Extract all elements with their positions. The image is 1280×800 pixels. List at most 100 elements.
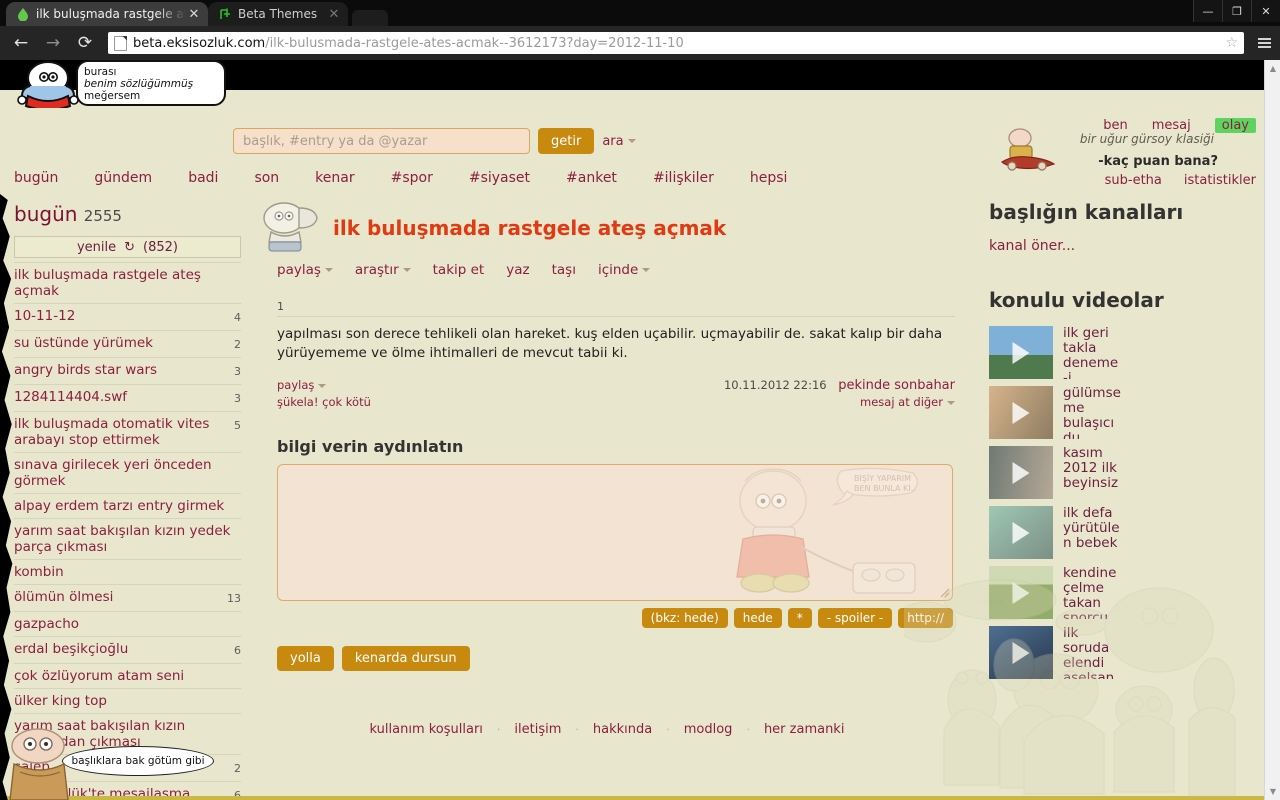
video-thumbnail[interactable] (989, 506, 1053, 559)
list-item[interactable]: gülümseme bulaşıcı du (989, 386, 1264, 439)
list-item[interactable]: erdal beşikçioğlu 6 (14, 636, 241, 663)
sub-link-sub-etha[interactable]: sub-etha (1105, 173, 1162, 188)
ara-dropdown[interactable]: ara (602, 134, 636, 149)
new-tab-button[interactable] (352, 10, 388, 26)
minimize-button[interactable]: — (1193, 0, 1222, 22)
list-item[interactable]: 1284114404.swf 3 (14, 384, 241, 411)
chevron-down-icon (642, 268, 651, 272)
action-yaz[interactable]: yaz (506, 262, 529, 278)
back-icon[interactable]: ← (8, 30, 34, 56)
list-item[interactable]: kendine çelme takan sporcu (989, 566, 1264, 619)
nav-item-hepsi[interactable]: hepsi (750, 170, 788, 186)
nav-item-spor[interactable]: #spor (391, 170, 433, 186)
nav-item-gundem[interactable]: gündem (94, 170, 152, 186)
entry-message-link[interactable]: mesaj at (860, 395, 910, 409)
action-arastir[interactable]: araştır (355, 262, 411, 278)
list-item[interactable]: sınava girilecek yeri önceden görmek (14, 452, 241, 493)
video-thumbnail[interactable] (989, 566, 1053, 619)
list-item[interactable]: ilk geri takla deneme -i (989, 326, 1264, 379)
close-icon[interactable]: ✕ (326, 7, 342, 22)
list-item[interactable]: gazpacho (14, 611, 241, 636)
nav-item-siyaset[interactable]: #siyaset (469, 170, 530, 186)
cokkotu-link[interactable]: çok kötü (322, 395, 371, 409)
footer-link-her-zamanki[interactable]: her zamanki (764, 722, 845, 737)
entry-share-link[interactable]: paylaş (277, 378, 327, 392)
topic-header: ilk buluşmada rastgele ateş açmak (247, 194, 967, 254)
reload-icon[interactable]: ⟳ (72, 30, 98, 56)
nav-item-son[interactable]: son (254, 170, 279, 186)
tag-bkz-button[interactable]: (bkz: hede) (641, 608, 728, 628)
list-item[interactable]: ilk buluşmada rastgele ateş açmak (14, 262, 241, 303)
browser-tab-inactive[interactable]: Beta Themes ✕ (208, 2, 348, 26)
action-tasi[interactable]: taşı (552, 262, 576, 278)
footer-link-kullanim-kosullari[interactable]: kullanım koşulları (370, 722, 483, 737)
page-scrollbar[interactable]: ▲ ▼ (1264, 60, 1280, 800)
entry-other-link[interactable]: diğer (913, 395, 955, 409)
sukela-link[interactable]: şükela! (277, 395, 318, 409)
entry-submit-row: yolla kenarda dursun (277, 646, 967, 671)
entry-author[interactable]: pekinde sonbahar (838, 378, 955, 393)
entry-other-label: diğer (913, 395, 943, 409)
action-icinde[interactable]: içinde (598, 262, 651, 278)
nav-item-badi[interactable]: badi (188, 170, 218, 186)
video-thumbnail[interactable] (989, 446, 1053, 499)
channel-suggest-link[interactable]: kanal öner... (989, 238, 1264, 254)
sub-link-istatistikler[interactable]: istatistikler (1184, 173, 1256, 188)
list-item[interactable]: ölümün ölmesi 13 (14, 584, 241, 611)
main-navigation: bugün gündem badi son kenar #spor #siyas… (14, 170, 787, 186)
list-item[interactable]: 10-11-12 4 (14, 303, 241, 330)
search-input[interactable] (233, 128, 530, 154)
save-draft-button[interactable]: kenarda dursun (341, 646, 470, 671)
hamburger-menu-icon[interactable] (1250, 38, 1272, 48)
video-thumbnail[interactable] (989, 326, 1053, 379)
submit-button[interactable]: yolla (277, 646, 334, 671)
close-icon[interactable]: ✕ (186, 7, 202, 22)
tag-link-button[interactable]: http:// (898, 608, 953, 628)
list-item[interactable]: angry birds star wars 3 (14, 357, 241, 384)
nav-item-kenar[interactable]: kenar (315, 170, 354, 186)
scroll-up-arrow-icon[interactable]: ▲ (1265, 60, 1280, 77)
maximize-button[interactable]: ❐ (1222, 0, 1251, 22)
list-item[interactable]: kombin (14, 559, 241, 584)
user-link-olay-badge[interactable]: olay (1214, 118, 1256, 133)
topic-title: 1284114404.swf (14, 389, 128, 405)
video-thumbnail[interactable] (989, 386, 1053, 439)
entry-textarea[interactable] (278, 465, 952, 600)
nav-item-iliskiler[interactable]: #ilişkiler (653, 170, 714, 186)
nav-item-bugun[interactable]: bugün (14, 170, 58, 186)
close-window-button[interactable]: ✕ (1251, 0, 1280, 22)
user-link-ben[interactable]: ben (1103, 118, 1128, 133)
list-item[interactable]: kasım 2012 ilk beyinsiz (989, 446, 1264, 499)
list-item[interactable]: ilk defa yürütülen bebek (989, 506, 1264, 559)
footer-link-iletisim[interactable]: iletişim (514, 722, 561, 737)
address-bar[interactable]: beta.eksisozluk.com/ilk-bulusmada-rastge… (108, 32, 1244, 54)
refresh-button[interactable]: yenile ↻ (852) (14, 236, 241, 258)
footer-link-hakkinda[interactable]: hakkında (593, 722, 652, 737)
list-item[interactable]: ilk buluşmada otomatik vites arabayı sto… (14, 411, 241, 452)
list-item[interactable]: ülker king top (14, 688, 241, 713)
forward-icon[interactable]: → (40, 30, 66, 56)
browser-tab-active[interactable]: ilk buluşmada rastgele ate ✕ (6, 2, 208, 26)
video-thumbnail[interactable] (989, 626, 1053, 679)
tag-asterisk-button[interactable]: * (787, 608, 812, 628)
tag-spoiler-button[interactable]: - spoiler - (817, 608, 893, 628)
resize-handle-icon[interactable] (940, 588, 950, 598)
video-title: ilk soruda elendi aselsan (1063, 626, 1115, 679)
footer-link-modlog[interactable]: modlog (684, 722, 733, 737)
scroll-down-arrow-icon[interactable]: ▼ (1265, 783, 1280, 800)
list-item[interactable]: su üstünde yürümek 2 (14, 330, 241, 357)
user-character-icon (1001, 128, 1056, 171)
tag-hede-button[interactable]: hede (733, 608, 782, 628)
user-link-mesaj[interactable]: mesaj (1152, 118, 1191, 133)
action-paylas[interactable]: paylaş (277, 262, 333, 278)
getir-button[interactable]: getir (538, 128, 595, 154)
star-icon[interactable]: ☆ (1225, 35, 1240, 51)
topic-title: yarım saat bakışılan kızın yedek parça ç… (14, 523, 231, 555)
site-logo[interactable]: burası benim sözlüğümmüş meğersem (6, 60, 226, 108)
list-item[interactable]: ilk soruda elendi aselsan (989, 626, 1264, 679)
list-item[interactable]: yarım saat bakışılan kızın yedek parça ç… (14, 518, 241, 559)
action-takip-et[interactable]: takip et (433, 262, 485, 278)
list-item[interactable]: çok özlüyorum atam seni (14, 663, 241, 688)
nav-item-anket[interactable]: #anket (566, 170, 617, 186)
list-item[interactable]: alpay erdem tarzı entry girmek (14, 493, 241, 518)
